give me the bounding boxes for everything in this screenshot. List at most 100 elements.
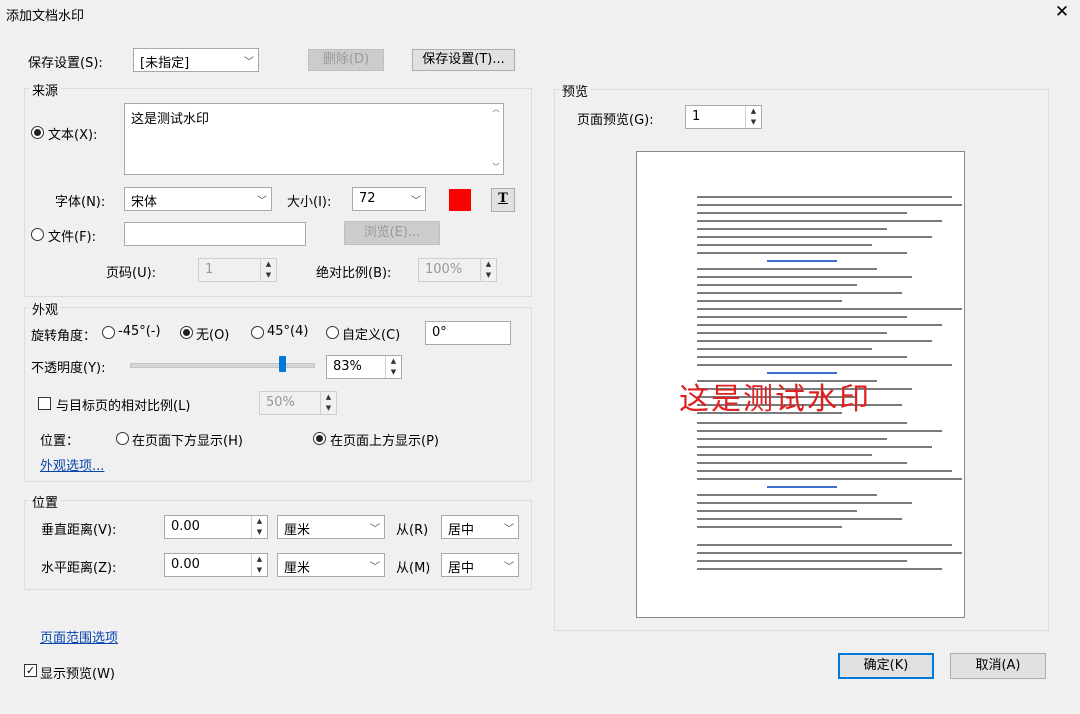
rotation-45-radio[interactable]	[251, 326, 264, 339]
preview-line	[697, 356, 907, 358]
spin-up-icon[interactable]: ▲	[481, 259, 496, 270]
preview-line	[697, 212, 907, 214]
relative-scale-spinner[interactable]: 50% ▲ ▼	[259, 391, 337, 415]
vertical-unit-select[interactable]: 厘米 ﹀	[277, 515, 385, 539]
preview-line	[697, 462, 907, 464]
absolute-scale-label: 绝对比例(B):	[316, 266, 392, 281]
page-number-label: 页码(U):	[106, 266, 157, 281]
preview-line	[697, 560, 907, 562]
preview-line	[766, 260, 837, 262]
spin-up-icon[interactable]: ▲	[252, 516, 267, 527]
spin-down-icon[interactable]: ▼	[321, 403, 336, 414]
browse-button[interactable]: 浏览(E)...	[344, 221, 440, 245]
spin-down-icon[interactable]: ▼	[386, 367, 401, 378]
spin-down-icon[interactable]: ▼	[481, 270, 496, 281]
spin-up-icon[interactable]: ▲	[261, 259, 276, 270]
preview-line	[697, 300, 842, 302]
spin-down-icon[interactable]: ▼	[261, 270, 276, 281]
preview-line	[697, 252, 907, 254]
rotation-none-radio[interactable]	[180, 326, 193, 339]
preview-line	[697, 276, 912, 278]
horizontal-unit-select[interactable]: 厘米 ﹀	[277, 553, 385, 577]
appearance-group-title: 外观	[29, 299, 62, 318]
font-select[interactable]: 宋体 ﹀	[124, 187, 272, 211]
rotation-custom-label: 自定义(C)	[342, 328, 401, 343]
rotation-custom-value: 0°	[432, 325, 447, 340]
preview-page: 这是测试水印	[636, 151, 965, 618]
preview-line	[697, 340, 932, 342]
chevron-down-icon: ﹀	[492, 163, 500, 171]
spin-up-icon[interactable]: ▲	[252, 554, 267, 565]
preview-line	[697, 292, 902, 294]
text-format-icon[interactable]: T	[491, 188, 515, 212]
from-vertical-label: 从(R)	[396, 523, 429, 538]
from-horizontal-select[interactable]: 居中 ﹀	[441, 553, 519, 577]
preview-line	[697, 502, 912, 504]
position-above-radio[interactable]	[313, 432, 326, 445]
chevron-down-icon: ﹀	[370, 524, 380, 535]
rotation-label: 旋转角度：	[31, 329, 97, 344]
position-group-title: 位置	[29, 492, 62, 511]
font-value: 宋体	[131, 195, 158, 210]
text-radio[interactable]	[31, 126, 44, 139]
spin-up-icon[interactable]: ▲	[321, 392, 336, 403]
relative-scale-value: 50%	[266, 395, 295, 410]
delete-button[interactable]: 删除(D)	[308, 49, 384, 71]
absolute-scale-spinner[interactable]: 100% ▲ ▼	[418, 258, 497, 282]
opacity-slider-track[interactable]	[130, 363, 315, 368]
settings-select[interactable]: [未指定] ﹀	[133, 48, 259, 72]
preview-line	[697, 552, 962, 554]
spin-up-icon[interactable]: ▲	[386, 356, 401, 367]
file-radio[interactable]	[31, 228, 44, 241]
spin-down-icon[interactable]: ▼	[746, 117, 761, 128]
preview-page-label: 页面预览(G):	[577, 113, 654, 128]
spin-down-icon[interactable]: ▼	[252, 565, 267, 576]
save-settings-button[interactable]: 保存设置(T)...	[412, 49, 515, 71]
page-number-spinner[interactable]: 1 ▲ ▼	[198, 258, 277, 282]
layer-position-label: 位置：	[40, 434, 80, 449]
spin-up-icon[interactable]: ▲	[746, 106, 761, 117]
position-below-radio[interactable]	[116, 432, 129, 445]
preview-line	[697, 454, 872, 456]
show-preview-checkbox[interactable]: ✓	[24, 664, 37, 677]
preview-line	[697, 324, 942, 326]
horizontal-distance-spinner[interactable]: 0.00 ▲ ▼	[164, 553, 268, 577]
relative-scale-checkbox[interactable]	[38, 397, 51, 410]
preview-line	[697, 244, 872, 246]
size-select[interactable]: 72 ﹀	[352, 187, 426, 211]
file-input[interactable]	[124, 222, 306, 246]
preview-line	[697, 268, 877, 270]
opacity-label: 不透明度(Y):	[31, 361, 106, 376]
appearance-options-link[interactable]: 外观选项...	[40, 455, 104, 474]
preview-line	[697, 316, 907, 318]
horizontal-distance-label: 水平距离(Z):	[41, 561, 117, 576]
preview-page-spinner[interactable]: 1 ▲ ▼	[685, 105, 762, 129]
preview-line	[697, 478, 962, 480]
text-label: 文本(X):	[48, 128, 98, 143]
rotation-custom-radio[interactable]	[326, 326, 339, 339]
opacity-spinner[interactable]: 83% ▲ ▼	[326, 355, 402, 379]
opacity-slider-thumb[interactable]	[278, 356, 286, 372]
rotation-45-label: 45°(4)	[267, 324, 309, 339]
spin-down-icon[interactable]: ▼	[252, 527, 267, 538]
color-swatch[interactable]	[449, 189, 471, 211]
ok-button[interactable]: 确定(K)	[838, 653, 934, 679]
preview-line	[697, 526, 842, 528]
text-scrollbar[interactable]: ︿ ﹀	[489, 104, 503, 174]
rotation-neg45-radio[interactable]	[102, 326, 115, 339]
cancel-button[interactable]: 取消(A)	[950, 653, 1046, 679]
rotation-custom-input[interactable]: 0°	[425, 321, 511, 345]
rotation-none-label: 无(O)	[196, 328, 230, 343]
settings-value: [未指定]	[140, 56, 190, 71]
watermark-text-area[interactable]: 这是测试水印 ︿ ﹀	[124, 103, 504, 175]
chevron-up-icon: ︿	[492, 105, 500, 113]
vertical-distance-spinner[interactable]: 0.00 ▲ ▼	[164, 515, 268, 539]
page-range-options-link[interactable]: 页面范围选项	[40, 627, 118, 646]
font-label: 字体(N):	[55, 195, 106, 210]
preview-line	[697, 228, 887, 230]
vertical-distance-label: 垂直距离(V):	[41, 523, 117, 538]
relative-scale-label: 与目标页的相对比例(L)	[56, 399, 191, 414]
from-vertical-select[interactable]: 居中 ﹀	[441, 515, 519, 539]
preview-line	[697, 332, 887, 334]
close-icon[interactable]: ✕	[1052, 2, 1072, 22]
